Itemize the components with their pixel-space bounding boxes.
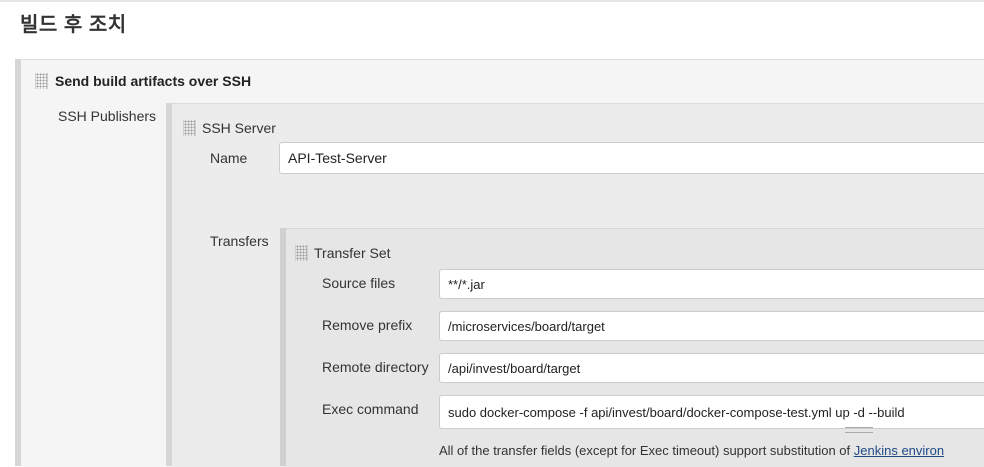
remove-prefix-label: Remove prefix (322, 317, 413, 333)
ssh-publishers-label: SSH Publishers (58, 108, 157, 124)
section-title: 빌드 후 조치 (20, 14, 127, 36)
help-text: All of the transfer fields (except for E… (439, 443, 944, 458)
exec-command-textarea[interactable]: sudo docker-compose -f api/invest/board/… (439, 395, 984, 429)
transfer-set-title: Transfer Set (314, 245, 391, 261)
drag-handle-icon[interactable] (35, 73, 48, 89)
publisher-title: Send build artifacts over SSH (55, 73, 252, 89)
remote-directory-label: Remote directory (322, 359, 429, 375)
jenkins-environment-link[interactable]: Jenkins environ (854, 443, 944, 458)
remove-prefix-input[interactable]: /microservices/board/target (439, 311, 984, 341)
top-divider (0, 0, 984, 2)
source-files-label: Source files (322, 275, 396, 291)
textarea-resize-handle[interactable] (845, 427, 873, 433)
source-files-input[interactable]: **/*.jar (439, 269, 984, 299)
drag-handle-icon[interactable] (183, 120, 196, 136)
help-text-body: All of the transfer fields (except for E… (439, 443, 854, 458)
ssh-server-title: SSH Server (202, 120, 276, 136)
transfers-label: Transfers (210, 233, 269, 249)
remote-directory-input[interactable]: /api/invest/board/target (439, 353, 984, 383)
exec-command-label: Exec command (322, 401, 419, 417)
name-input[interactable]: API-Test-Server (279, 142, 984, 174)
name-label: Name (210, 150, 248, 166)
drag-handle-icon[interactable] (295, 245, 308, 261)
transfer-set-block (286, 228, 984, 467)
